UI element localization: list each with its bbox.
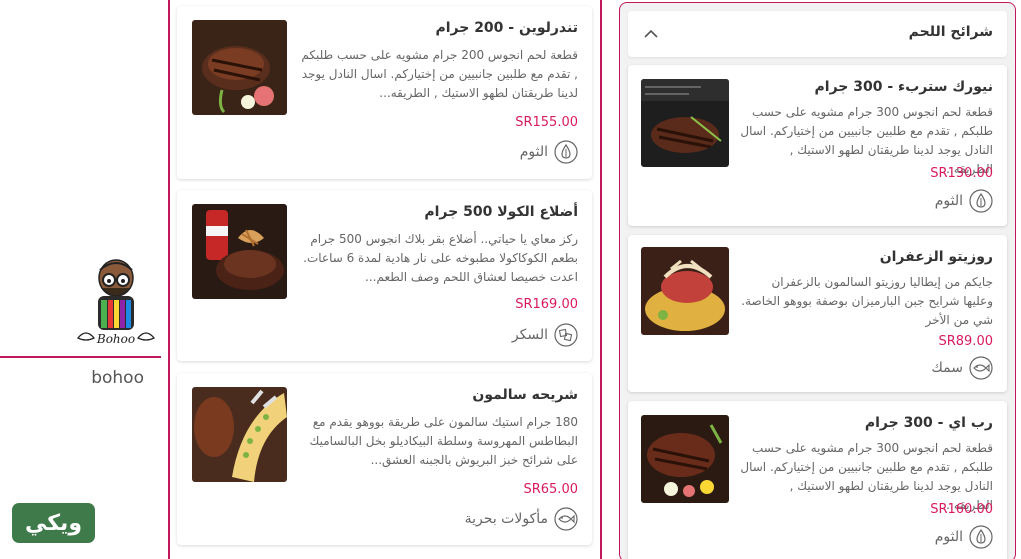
dish-photo: [641, 79, 729, 167]
column-divider-left: [168, 0, 170, 559]
dish-price: SR65.00: [523, 482, 578, 497]
dish-card[interactable]: تندرلوين - 200 جرام قطعة لحم انجوس 200 ج…: [177, 6, 592, 179]
dish-tag-label: مأكولات بحرية: [464, 511, 548, 527]
dish-title: أضلاع الكولا 500 جرام: [424, 204, 578, 220]
dish-card[interactable]: نيورك ستربء - 300 جرام قطعة لحم انجوس 30…: [628, 65, 1007, 226]
dish-title: روزيتو الزعفران: [879, 249, 993, 265]
bohoo-mascot-icon: Bohoo: [76, 259, 156, 346]
dish-price: SR160.00: [930, 502, 993, 517]
dish-price: SR169.00: [515, 297, 578, 312]
brand-column: Bohoo bohoo ويكي: [0, 0, 162, 559]
brand-divider: [0, 356, 161, 358]
dish-card[interactable]: رب اي - 300 جرام قطعة لحم انجوس 300 جرام…: [628, 401, 1007, 559]
dish-tag: السكر: [512, 323, 578, 347]
bohoo-logo[interactable]: Bohoo: [74, 256, 158, 348]
dish-description: قطعة لحم انجوس 200 جرام مشويه على حسب طل…: [301, 48, 578, 100]
dish-tag: مأكولات بحرية: [465, 507, 578, 531]
fish-icon: [969, 356, 993, 380]
dish-description: جايكم من إيطاليا روزيتو السالمون بالزعفر…: [741, 275, 993, 327]
dish-photo: [641, 247, 729, 335]
dish-card[interactable]: شريحه سالمون 180 جرام استيك سالمون على ط…: [177, 373, 592, 545]
garlic-icon: [969, 525, 993, 549]
chevron-up-icon[interactable]: [642, 25, 660, 43]
steaks-section: شرائح اللحم نيورك ستربء - 300 جرام قطعة …: [619, 2, 1016, 559]
dish-tag-label: السكر: [511, 327, 548, 343]
dish-title: نيورك ستربء - 300 جرام: [814, 79, 993, 95]
dish-price: SR89.00: [938, 334, 993, 349]
seafood-icon: [554, 507, 578, 531]
dish-tag-label: سمك: [931, 360, 963, 376]
logo-wordmark: Bohoo: [96, 332, 135, 346]
dish-tag-label: الثوم: [519, 144, 548, 160]
dish-tag: الثوم: [935, 525, 993, 549]
dish-title: تندرلوين - 200 جرام: [435, 20, 578, 36]
menu-column-left: تندرلوين - 200 جرام قطعة لحم انجوس 200 ج…: [177, 0, 592, 559]
wiki-badge[interactable]: ويكي: [12, 503, 95, 543]
dish-tag: سمك: [931, 356, 993, 380]
dish-tag-label: الثوم: [934, 193, 963, 209]
dish-tag-label: الثوم: [934, 529, 963, 545]
dish-price: SR130.00: [930, 166, 993, 181]
dish-card[interactable]: روزيتو الزعفران جايكم من إيطاليا روزيتو …: [628, 235, 1007, 392]
garlic-icon: [969, 189, 993, 213]
section-header[interactable]: شرائح اللحم: [628, 11, 1007, 57]
dish-price: SR155.00: [515, 115, 578, 130]
dish-title: شريحه سالمون: [472, 387, 578, 403]
dish-title: رب اي - 300 جرام: [864, 415, 993, 431]
dish-tag: الثوم: [520, 140, 578, 164]
dish-photo: [192, 204, 287, 299]
dish-photo: [192, 20, 287, 115]
dish-tag: الثوم: [935, 189, 993, 213]
section-title: شرائح اللحم: [908, 24, 993, 40]
dish-description: 180 جرام استيك سالمون على طريقة بووهو يق…: [309, 415, 579, 467]
column-divider-right: [600, 0, 602, 559]
dish-description: ركز معاي يا حياتي.. أضلاع بقر بلاك انجوس…: [303, 232, 578, 284]
dish-photo: [641, 415, 729, 503]
sugar-icon: [554, 323, 578, 347]
restaurant-name: bohoo: [91, 368, 144, 388]
dish-card[interactable]: أضلاع الكولا 500 جرام ركز معاي يا حياتي.…: [177, 190, 592, 361]
garlic-icon: [554, 140, 578, 164]
dish-photo: [192, 387, 287, 482]
